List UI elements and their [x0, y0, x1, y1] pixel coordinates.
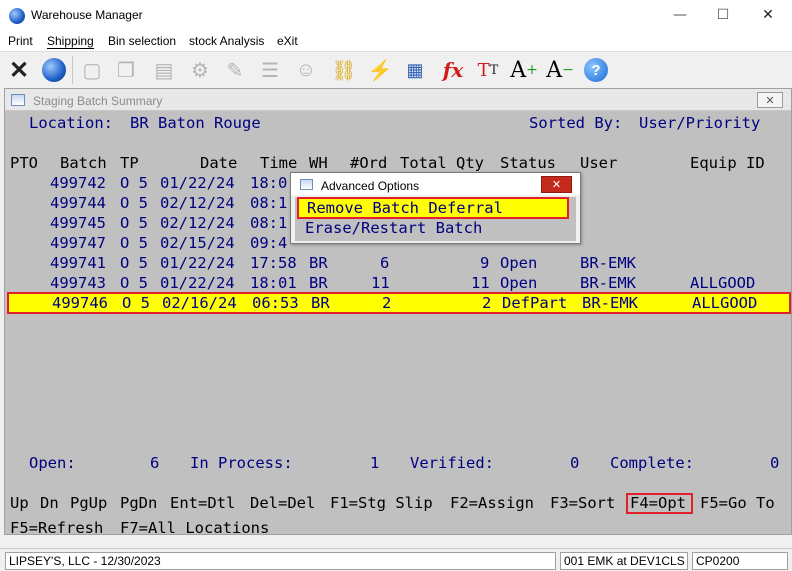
- text-format-icon[interactable]: TT: [474, 56, 502, 84]
- col-time[interactable]: Time: [260, 153, 297, 173]
- globe-app-icon: [9, 8, 25, 24]
- help-icon[interactable]: ?: [582, 56, 610, 84]
- minimize-button[interactable]: —: [658, 4, 702, 26]
- window-title: Warehouse Manager: [31, 8, 143, 22]
- col-batch[interactable]: Batch: [60, 153, 107, 173]
- col-user[interactable]: User: [580, 153, 617, 173]
- in-process-label: In Process:: [190, 454, 293, 472]
- blank-page-icon: ▢: [82, 59, 102, 82]
- fkey-f2-assign[interactable]: F2=Assign: [450, 493, 534, 513]
- menu-shipping[interactable]: Shipping: [47, 34, 94, 49]
- paste-icon: ▤: [154, 59, 174, 82]
- dialog-window-icon: [300, 179, 313, 190]
- open-count: 6: [150, 454, 160, 472]
- in-process-count: 1: [370, 454, 380, 472]
- dialog-close-button[interactable]: ✕: [541, 176, 572, 193]
- child-window-title: Staging Batch Summary: [33, 94, 163, 108]
- menu-print[interactable]: Print: [8, 34, 33, 48]
- location-label: Location:: [29, 114, 113, 132]
- increase-font-icon[interactable]: A +: [510, 56, 538, 84]
- advanced-options-dialog: Advanced Options ✕ Remove Batch Deferral…: [290, 172, 581, 244]
- col-date[interactable]: Date: [200, 153, 237, 173]
- maximize-button[interactable]: ☐: [701, 4, 745, 26]
- dialog-title-bar: Advanced Options ✕: [291, 173, 580, 195]
- menu-bar: Print Shipping Bin selection stock Analy…: [0, 31, 792, 51]
- gear-icon: ⚙: [191, 59, 209, 82]
- option-remove-batch-deferral[interactable]: Remove Batch Deferral: [297, 197, 569, 219]
- fkey-pgup[interactable]: PgUp: [70, 493, 107, 513]
- location-value: BR Baton Rouge: [130, 114, 261, 132]
- col-equip-id[interactable]: Equip ID: [690, 153, 765, 173]
- sorted-by-label: Sorted By:: [529, 114, 623, 132]
- verified-label: Verified:: [410, 454, 494, 472]
- title-bar: Warehouse Manager — ☐ ✕: [0, 0, 792, 31]
- col-pto[interactable]: PTO: [10, 153, 38, 173]
- list-icon: ☰: [261, 59, 279, 82]
- col-wh[interactable]: WH: [309, 153, 328, 173]
- col-status[interactable]: Status: [500, 153, 556, 173]
- fkey-dn[interactable]: Dn: [40, 493, 59, 513]
- menu-exit[interactable]: eXit: [277, 34, 298, 48]
- verified-count: 0: [570, 454, 580, 472]
- child-close-button[interactable]: ✕: [757, 92, 783, 108]
- complete-label: Complete:: [610, 454, 694, 472]
- table-row-selected[interactable]: 499746 O 5 02/16/24 06:53 BR 2 2 DefPart…: [7, 292, 791, 314]
- f4-opt-highlight-box: [626, 493, 693, 514]
- copy-icon: ❐: [117, 59, 135, 82]
- fkey-f1-stg-slip[interactable]: F1=Stg Slip: [330, 493, 433, 513]
- menu-bin-selection[interactable]: Bin selection: [108, 34, 176, 48]
- fkey-ent-dtl[interactable]: Ent=Dtl: [170, 493, 235, 513]
- sorted-by-value: User/Priority: [639, 114, 761, 132]
- table-row[interactable]: 499741 O 5 01/22/24 17:58 BR 6 9 Open BR…: [5, 253, 791, 273]
- complete-count: 0: [770, 454, 780, 472]
- status-code: CP0200: [692, 552, 788, 570]
- fkey-del[interactable]: Del=Del: [250, 493, 315, 513]
- fkey-pgdn[interactable]: PgDn: [120, 493, 157, 513]
- table-row[interactable]: 499743 O 5 01/22/24 18:01 BR 11 11 Open …: [5, 273, 791, 293]
- users-icon: ☺: [295, 58, 317, 81]
- fkey-f5-goto[interactable]: F5=Go To: [700, 493, 775, 513]
- dialog-options-list: Remove Batch Deferral Erase/Restart Batc…: [295, 197, 576, 241]
- x-exit-icon[interactable]: ✕: [5, 56, 33, 84]
- col-tp[interactable]: TP: [120, 153, 139, 173]
- dialog-title: Advanced Options: [321, 179, 420, 193]
- status-bar: LIPSEY'S, LLC - 12/30/2023 001 EMK at DE…: [0, 548, 792, 571]
- option-erase-restart-batch[interactable]: Erase/Restart Batch: [295, 218, 576, 238]
- globe-icon[interactable]: [40, 56, 68, 84]
- menu-stock-analysis[interactable]: stock Analysis: [189, 34, 264, 48]
- fkey-f7-all-locations[interactable]: F7=All Locations: [120, 518, 269, 538]
- child-title-bar: Staging Batch Summary ✕: [5, 89, 791, 111]
- edit-icon: ✎: [226, 59, 244, 82]
- status-user: 001 EMK at DEV1CLS: [560, 552, 688, 570]
- calendar-icon[interactable]: ▦: [401, 56, 429, 84]
- col-ord[interactable]: #Ord: [350, 153, 387, 173]
- fkey-f3-sort[interactable]: F3=Sort: [550, 493, 615, 513]
- close-button[interactable]: ✕: [746, 4, 790, 26]
- window-icon: [11, 94, 25, 106]
- chain-link-icon[interactable]: ⛓: [330, 56, 358, 84]
- col-total-qty[interactable]: Total Qty: [400, 153, 484, 173]
- toolbar: ✕ ▢ ❐ ▤ ⚙ ✎ ☰ ☺ ⛓ ⚡ ▦ fx TT A + A − ?: [0, 51, 792, 87]
- open-label: Open:: [29, 454, 76, 472]
- decrease-font-icon[interactable]: A −: [546, 56, 574, 84]
- fkey-up[interactable]: Up: [10, 493, 29, 513]
- fkey-f5-refresh[interactable]: F5=Refresh: [10, 518, 103, 538]
- status-company: LIPSEY'S, LLC - 12/30/2023: [5, 552, 556, 570]
- lightning-icon: ⚡: [367, 59, 393, 82]
- staging-batch-summary-window: Staging Batch Summary ✕ Location: BR Bat…: [4, 88, 792, 538]
- function-fx-icon[interactable]: fx: [439, 56, 467, 84]
